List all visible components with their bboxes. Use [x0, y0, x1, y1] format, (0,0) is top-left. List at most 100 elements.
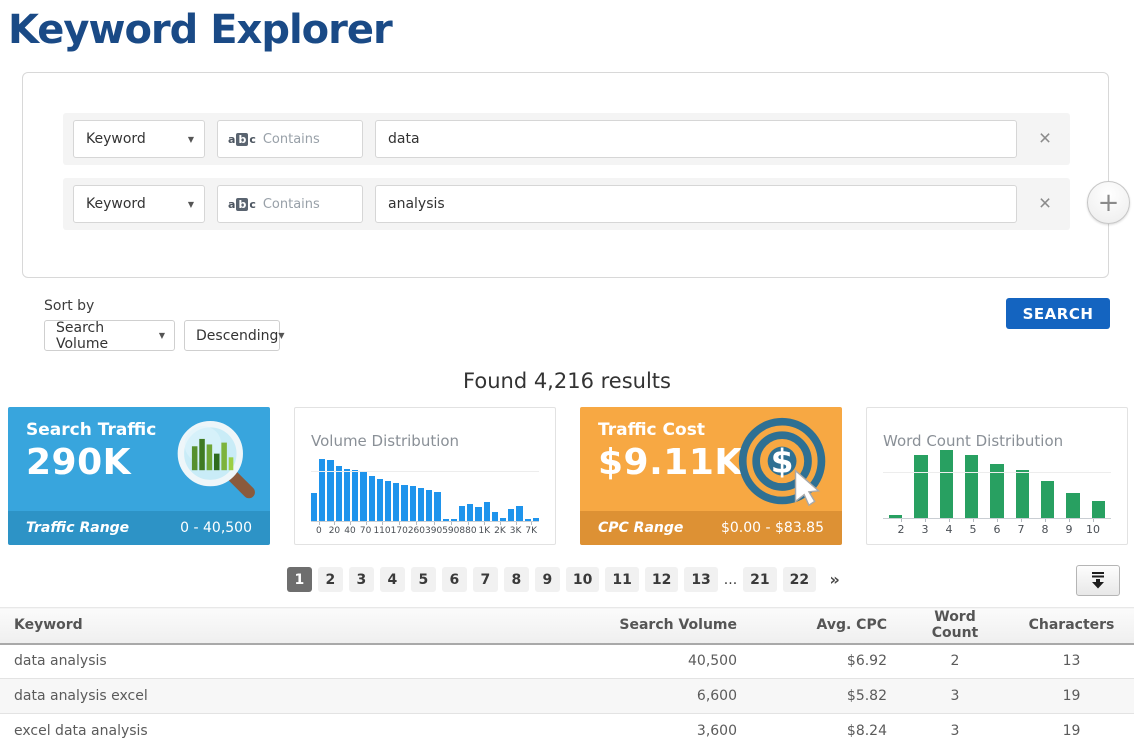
filter-field-select[interactable]: Keyword ▼: [73, 185, 205, 223]
page-button-10[interactable]: 10: [565, 567, 600, 592]
axis-tick-label: 110: [373, 522, 391, 536]
page-button-8[interactable]: 8: [503, 567, 529, 592]
value-cell: 2: [901, 643, 1009, 679]
keyword-cell: data analysis excel: [0, 678, 551, 714]
results-table: Keyword Search Volume Avg. CPC Word Count Ch…: [0, 607, 1134, 748]
card-footer-value: $0.00 - $83.85: [720, 520, 824, 536]
filter-field-value: Keyword: [86, 196, 146, 212]
value-cell: 19: [1009, 678, 1134, 714]
download-button[interactable]: [1076, 565, 1120, 596]
chart-bar: [500, 517, 507, 521]
value-cell: 3: [901, 713, 1009, 748]
page-title: Keyword Explorer: [8, 7, 393, 53]
chart-bar: [426, 490, 433, 521]
axis-tick-label: 20: [327, 522, 343, 536]
match-type-label: Contains: [262, 131, 320, 147]
axis-tick-label: 390: [425, 522, 442, 536]
download-icon: [1092, 572, 1104, 589]
chevron-down-icon: ▼: [187, 134, 194, 144]
pagination: 1 2 3 4 5 6 7 8 9 10 11 12 13... 21 22»: [0, 565, 1134, 592]
axis-tick-label: 8: [1033, 519, 1057, 536]
chart-bar: [1091, 501, 1105, 518]
match-type-field[interactable]: abc Contains: [217, 185, 363, 223]
chart-bar: [964, 455, 979, 518]
page-button-2[interactable]: 2: [317, 567, 343, 592]
page-button-21[interactable]: 21: [743, 567, 777, 592]
sort-field-select[interactable]: Search Volume ▼: [44, 320, 175, 352]
axis-tick-label: 0: [311, 522, 327, 536]
chart-bar: [393, 483, 400, 521]
keyword-filter-input[interactable]: [375, 120, 1017, 158]
axis-tick-label: 170: [391, 522, 408, 536]
chevron-down-icon: ▼: [278, 331, 285, 340]
axis-tick-label: 5: [961, 519, 985, 536]
search-button[interactable]: SEARCH: [1006, 298, 1110, 329]
gridline: [883, 472, 1111, 474]
page-button-7[interactable]: 7: [472, 567, 498, 592]
keyword-cell: excel data analysis: [0, 713, 551, 748]
filter-row: Keyword ▼ abc Contains ×: [63, 178, 1070, 230]
word-count-axis-labels: 2 3 4 5 6 7 8 9 10: [883, 518, 1111, 536]
page-button-13[interactable]: 13: [684, 567, 718, 592]
remove-filter-button[interactable]: ×: [1030, 192, 1060, 216]
results-summary: Found 4,216 results: [463, 369, 671, 393]
chart-bar: [384, 481, 392, 521]
abc-match-icon: abc: [228, 197, 256, 211]
chart-bar: [442, 519, 449, 521]
table-header: Keyword Search Volume Avg. CPC Word Count Ch…: [0, 607, 1134, 645]
axis-tick-label: 880: [459, 522, 477, 536]
chart-bar: [491, 512, 499, 521]
axis-tick-label: 6: [985, 519, 1009, 536]
page-button-9[interactable]: 9: [534, 567, 560, 592]
page-button-3[interactable]: 3: [348, 567, 374, 592]
column-header-keyword: Keyword: [0, 607, 551, 645]
chart-title: Volume Distribution: [311, 432, 460, 450]
chart-bar: [434, 492, 441, 521]
card-footer-value: 0 - 40,500: [180, 520, 252, 536]
chart-bar: [939, 450, 953, 518]
remove-filter-button[interactable]: ×: [1030, 127, 1060, 151]
chart-bar: [458, 505, 466, 521]
volume-histogram: [311, 459, 540, 521]
pagination-row: 1 2 3 4 5 6 7 8 9 10 11 12 13... 21 22»: [0, 565, 1134, 597]
filter-row: Keyword ▼ abc Contains ×: [63, 113, 1070, 165]
chart-bar: [889, 515, 903, 518]
close-icon: ×: [1038, 192, 1052, 215]
axis-tick-label: 590: [442, 522, 459, 536]
add-filter-button[interactable]: +: [1087, 181, 1130, 224]
page-button-22[interactable]: 22: [782, 567, 817, 592]
page-button-6[interactable]: 6: [441, 567, 467, 592]
match-type-field[interactable]: abc Contains: [217, 120, 363, 158]
keyword-filter-input[interactable]: [375, 185, 1017, 223]
chart-bar: [532, 517, 540, 521]
chevron-down-icon: ▼: [158, 331, 165, 340]
chart-title: Word Count Distribution: [883, 432, 1064, 450]
value-cell: 40,500: [551, 643, 751, 679]
value-cell: $6.92: [751, 643, 901, 679]
filter-field-select[interactable]: Keyword ▼: [73, 120, 205, 158]
axis-tick-label: 2: [889, 519, 913, 536]
next-page-button[interactable]: »: [822, 567, 847, 592]
chart-bar: [343, 468, 351, 521]
word-count-distribution-card: Word Count Distribution 2 3 4 5 6 7 8 9 10: [866, 407, 1128, 545]
chart-bar: [352, 470, 359, 521]
value-cell: 3: [901, 678, 1009, 714]
page-button-5[interactable]: 5: [410, 567, 436, 592]
table-row: data analysis excel 6,600 $5.82 3 19: [0, 678, 1134, 714]
traffic-cost-card: Traffic Cost $9.11K $ CPC Range $0.00 - …: [580, 407, 842, 545]
sort-toolbar: Sort by Search Volume ▼ Descending ▼ SEA…: [44, 298, 1110, 353]
value-cell: 6,600: [551, 678, 751, 714]
svg-text:$: $: [771, 443, 794, 481]
chart-bar: [368, 476, 375, 521]
chart-bar: [1015, 470, 1029, 518]
page-button-4[interactable]: 4: [379, 567, 405, 592]
gridline: [311, 471, 539, 473]
page-button-11[interactable]: 11: [605, 567, 639, 592]
sort-direction-select[interactable]: Descending ▼: [184, 320, 285, 351]
page-button-1[interactable]: 1: [286, 567, 312, 592]
sort-by-label: Sort by: [44, 298, 95, 314]
keyword-cell: data analysis: [0, 643, 551, 679]
chart-bar: [516, 505, 523, 521]
page-button-12[interactable]: 12: [644, 567, 679, 592]
table-row: excel data analysis 3,600 $8.24 3 19: [0, 713, 1134, 748]
